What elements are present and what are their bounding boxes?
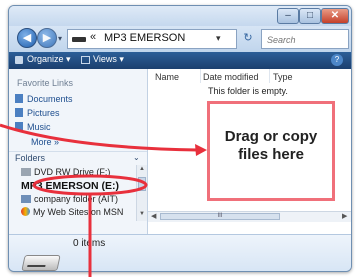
tree-item-msn-sites[interactable]: My Web Sites on MSN — [21, 207, 123, 217]
address-row: ◀ ▶ ▾ « MP3 EMERSON ▾ ↻ — [9, 26, 351, 52]
folders-header[interactable]: Folders ⌄ — [9, 151, 147, 166]
favorite-links-heading: Favorite Links — [17, 78, 74, 88]
favorite-label: Pictures — [27, 108, 60, 118]
music-icon — [15, 122, 23, 131]
column-header-name[interactable]: Name — [155, 72, 179, 82]
msn-butterfly-icon — [21, 207, 30, 216]
scroll-thumb[interactable]: III — [160, 213, 280, 220]
scroll-right-icon[interactable]: ▶ — [342, 212, 347, 220]
close-button[interactable]: ✕ — [321, 8, 349, 24]
more-link[interactable]: More » — [31, 137, 59, 147]
details-pane: 0 items — [9, 234, 351, 271]
favorite-pictures[interactable]: Pictures — [15, 108, 60, 118]
refresh-icon[interactable]: ↻ — [239, 29, 257, 47]
tree-item-mp3-emerson[interactable]: MP3 EMERSON (E:) — [21, 180, 119, 192]
tree-item-dvd-drive[interactable]: DVD RW Drive (F:) — [21, 167, 110, 177]
empty-folder-message: This folder is empty. — [208, 86, 288, 96]
horizontal-scrollbar[interactable]: ◀ III ▶ — [148, 211, 351, 222]
column-divider[interactable] — [269, 69, 270, 83]
drive-icon — [72, 37, 86, 42]
tree-scrollbar[interactable]: ▲ ▼ — [136, 165, 147, 221]
item-count: 0 items — [73, 238, 106, 249]
drop-target-area[interactable]: Drag or copy files here — [207, 101, 335, 201]
column-header-date[interactable]: Date modified — [203, 72, 259, 82]
scroll-up-icon[interactable]: ▲ — [139, 166, 145, 172]
views-button[interactable]: Views ▾ — [93, 54, 124, 65]
drive-slot — [27, 265, 46, 267]
tree-item-label: company folder (AIT) — [34, 194, 119, 204]
column-divider[interactable] — [200, 69, 201, 83]
chevron-down-icon[interactable]: ▾ — [216, 33, 221, 44]
favorite-label: Music — [27, 122, 51, 132]
scroll-down-icon[interactable]: ▼ — [139, 211, 145, 217]
help-icon[interactable]: ? — [331, 54, 343, 66]
scroll-left-icon[interactable]: ◀ — [151, 212, 156, 220]
tree-item-company-folder[interactable]: company folder (AIT) — [21, 194, 118, 204]
tree-item-label: MP3 EMERSON (E:) — [21, 180, 120, 192]
command-bar: Organize ▾ Views ▾ ? — [9, 52, 351, 69]
history-dropdown-icon[interactable]: ▾ — [58, 34, 62, 43]
path-overflow-icon[interactable]: « — [90, 31, 96, 43]
drop-instruction: Drag or copy files here — [224, 128, 318, 163]
forward-button[interactable]: ▶ — [37, 28, 57, 48]
tree-item-label: DVD RW Drive (F:) — [34, 167, 111, 177]
views-icon — [81, 56, 90, 64]
folders-heading: Folders — [15, 153, 46, 163]
minimize-button[interactable]: – — [277, 8, 299, 24]
favorite-music[interactable]: Music — [15, 122, 51, 132]
usb-drive-icon — [21, 255, 61, 271]
organize-button[interactable]: Organize ▾ — [27, 54, 71, 65]
navigation-pane: Favorite Links Documents Pictures Music … — [9, 69, 148, 234]
title-bar[interactable]: – □ ✕ — [9, 6, 351, 26]
address-bar[interactable]: « MP3 EMERSON ▾ — [67, 29, 237, 49]
tree-item-label: My Web Sites on MSN — [33, 207, 124, 217]
address-current-folder[interactable]: MP3 EMERSON — [104, 32, 185, 44]
maximize-button[interactable]: □ — [299, 8, 321, 24]
back-button[interactable]: ◀ — [17, 28, 37, 48]
favorite-documents[interactable]: Documents — [15, 94, 73, 104]
chevron-down-icon[interactable]: ⌄ — [133, 153, 140, 162]
documents-icon — [15, 94, 23, 103]
network-folder-icon — [21, 195, 31, 203]
pictures-icon — [15, 108, 23, 117]
dvd-drive-icon — [21, 168, 31, 176]
favorite-label: Documents — [27, 94, 73, 104]
column-header-type[interactable]: Type — [273, 72, 293, 82]
search-box[interactable] — [261, 29, 349, 49]
organize-icon — [15, 56, 23, 64]
search-input[interactable] — [265, 31, 349, 49]
scroll-thumb[interactable] — [138, 177, 146, 191]
